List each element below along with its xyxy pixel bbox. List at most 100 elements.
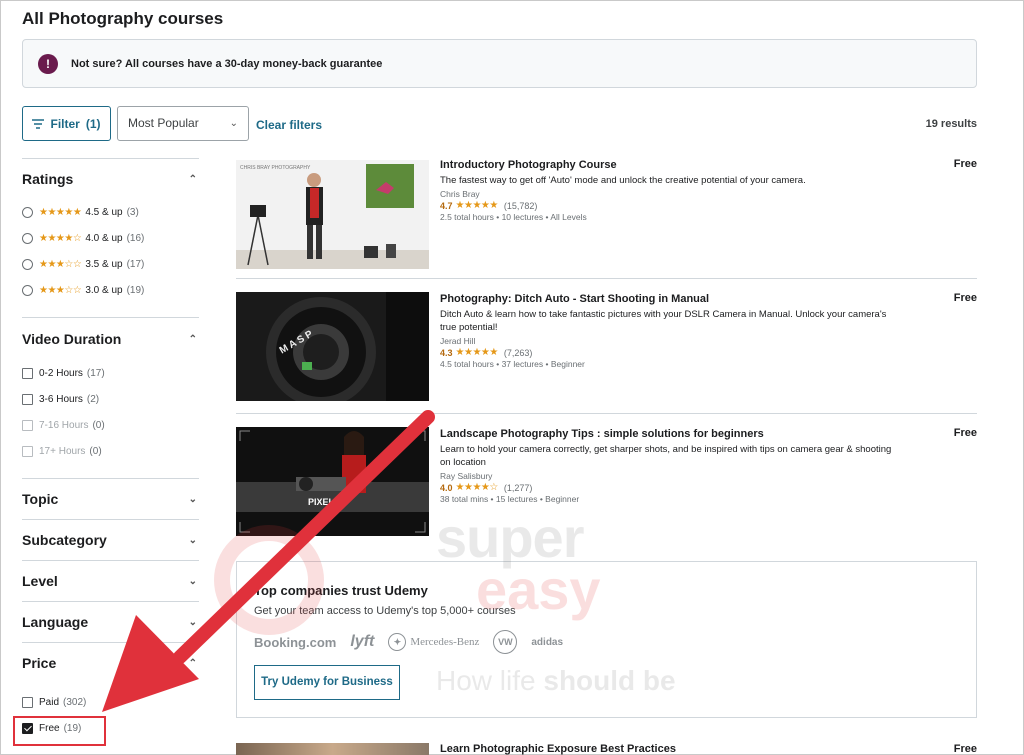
subcategory-title: Subcategory: [22, 532, 107, 548]
duration-count: (0): [92, 419, 105, 431]
course-price: Free: [953, 292, 977, 304]
checkbox: [22, 445, 33, 457]
duration-label: 0-2 Hours: [39, 367, 83, 379]
radio-button[interactable]: [22, 284, 33, 296]
chevron-up-icon: ⌃: [188, 333, 197, 345]
duration-option[interactable]: 0-2 Hours (17): [22, 360, 199, 386]
review-count: (7,263): [503, 347, 533, 358]
duration-header[interactable]: Video Duration ⌃: [22, 318, 199, 360]
topic-header[interactable]: Topic ⌄: [22, 479, 199, 519]
duration-label: 7-16 Hours: [39, 419, 89, 431]
course-description: Learn to hold your camera correctly, get…: [440, 444, 892, 468]
highlight-box: [13, 716, 106, 746]
course-title[interactable]: Photography: Ditch Auto - Start Shooting…: [440, 292, 900, 306]
course-info: Introductory Photography Course The fast…: [440, 158, 900, 222]
course-title[interactable]: Learn Photographic Exposure Best Practic…: [440, 743, 676, 755]
try-business-button[interactable]: Try Udemy for Business: [254, 665, 400, 700]
lyft-logo: lyft: [350, 633, 375, 650]
star-rating-icon: ★★★★☆: [39, 232, 82, 244]
mercedes-logo: ✦ Mercedes-Benz: [388, 633, 479, 651]
rating-number: 4.0: [440, 482, 453, 493]
course-card[interactable]: Learn Photographic Exposure Best Practic…: [236, 741, 977, 755]
star-rating-icon: ★★★☆☆: [39, 284, 82, 296]
clear-filters-link[interactable]: Clear filters: [256, 118, 322, 132]
course-card[interactable]: M A S P Photography: Ditch Auto - Start …: [236, 292, 977, 414]
checkbox[interactable]: [22, 696, 33, 708]
thumbnail-text: CHRIS BRAY PHOTOGRAPHY: [240, 165, 311, 171]
duration-count: (0): [89, 445, 102, 457]
chevron-down-icon: ⌄: [188, 534, 197, 546]
ratings-title: Ratings: [22, 171, 74, 187]
level-header[interactable]: Level ⌄: [22, 561, 199, 601]
topic-section[interactable]: Topic ⌄: [22, 478, 199, 519]
duration-option: 17+ Hours (0): [22, 438, 199, 464]
course-meta: 4.5 total hours • 37 lectures • Beginner: [440, 359, 585, 369]
rating-label: 4.0 & up: [85, 232, 123, 244]
volkswagen-logo: VW: [493, 630, 518, 654]
language-header[interactable]: Language ⌄: [22, 602, 199, 642]
sort-value: Most Popular: [128, 116, 199, 130]
course-thumbnail[interactable]: CHRIS BRAY PHOTOGRAPHY: [236, 160, 429, 269]
rating-number: 4.7: [440, 200, 453, 211]
results-count: 19 results: [925, 118, 977, 130]
business-promo: Top companies trust Udemy Get your team …: [236, 561, 977, 718]
level-section[interactable]: Level ⌄: [22, 560, 199, 601]
course-thumbnail[interactable]: M A S P: [236, 292, 429, 401]
rating-label: 4.5 & up: [85, 206, 123, 218]
ratings-header[interactable]: Ratings ⌃: [22, 159, 199, 199]
price-count: (302): [63, 696, 87, 708]
language-section[interactable]: Language ⌄: [22, 601, 199, 642]
info-icon: !: [38, 54, 58, 74]
sort-select[interactable]: Most Popular ⌄: [117, 106, 249, 141]
star-rating-icon: ★★★☆☆: [39, 258, 82, 270]
course-card[interactable]: PIXEL Landscape Photography Tips : simpl…: [236, 427, 977, 549]
subcategory-header[interactable]: Subcategory ⌄: [22, 520, 199, 560]
checkbox[interactable]: [22, 393, 33, 405]
course-price: Free: [953, 158, 977, 170]
radio-button[interactable]: [22, 232, 33, 244]
course-thumbnail[interactable]: PIXEL: [236, 427, 429, 536]
course-info: Landscape Photography Tips : simple solu…: [440, 427, 900, 504]
radio-button[interactable]: [22, 206, 33, 218]
rating-count: (19): [126, 284, 145, 296]
checkbox[interactable]: [22, 367, 33, 379]
course-title[interactable]: Landscape Photography Tips : simple solu…: [440, 427, 900, 441]
subcategory-section[interactable]: Subcategory ⌄: [22, 519, 199, 560]
radio-button[interactable]: [22, 258, 33, 270]
chevron-down-icon: ⌄: [188, 616, 197, 628]
star-rating-icon: ★★★★★: [39, 206, 82, 218]
price-option-paid[interactable]: Paid (302): [22, 689, 199, 715]
star-rating-icon: ★★★★★: [455, 200, 499, 211]
rating-count: (17): [126, 258, 145, 270]
duration-section: Video Duration ⌃ 0-2 Hours (17) 3-6 Hour…: [22, 317, 199, 478]
course-card[interactable]: CHRIS BRAY PHOTOGRAPHY Introductory Phot…: [236, 158, 977, 279]
mercedes-star-icon: ✦: [388, 633, 407, 651]
filter-button[interactable]: Filter (1): [22, 106, 111, 141]
rating-option[interactable]: ★★★★☆ 4.0 & up (16): [22, 225, 199, 251]
chevron-up-icon: ⌃: [188, 173, 197, 185]
duration-count: (2): [86, 393, 100, 405]
rating-option[interactable]: ★★★☆☆ 3.0 & up (19): [22, 277, 199, 303]
language-title: Language: [22, 614, 89, 630]
review-count: (15,782): [503, 200, 538, 211]
duration-title: Video Duration: [22, 331, 122, 347]
course-rating: 4.0 ★★★★☆ (1,277): [440, 482, 900, 493]
star-rating-icon: ★★★★☆: [455, 482, 499, 493]
price-label: Paid: [39, 696, 60, 708]
course-author: Chris Bray: [440, 189, 480, 199]
adidas-logo: adidas: [531, 636, 564, 648]
filter-sidebar: Ratings ⌃ ★★★★★ 4.5 & up (3) ★★★★☆ 4.0 &…: [22, 158, 199, 741]
duration-option[interactable]: 3-6 Hours (2): [22, 386, 199, 412]
course-price: Free: [953, 743, 977, 755]
course-thumbnail[interactable]: [236, 743, 429, 755]
price-header[interactable]: Price ⌃: [22, 643, 199, 683]
rating-option[interactable]: ★★★☆☆ 3.5 & up (17): [22, 251, 199, 277]
course-author: Jerad Hill: [440, 336, 476, 346]
chevron-down-icon: ⌄: [229, 118, 238, 129]
rating-option[interactable]: ★★★★★ 4.5 & up (3): [22, 199, 199, 225]
duration-label: 17+ Hours: [39, 445, 86, 457]
rating-count: (3): [126, 206, 139, 218]
rating-count: (16): [126, 232, 145, 244]
course-title[interactable]: Introductory Photography Course: [440, 158, 900, 172]
duration-option: 7-16 Hours (0): [22, 412, 199, 438]
